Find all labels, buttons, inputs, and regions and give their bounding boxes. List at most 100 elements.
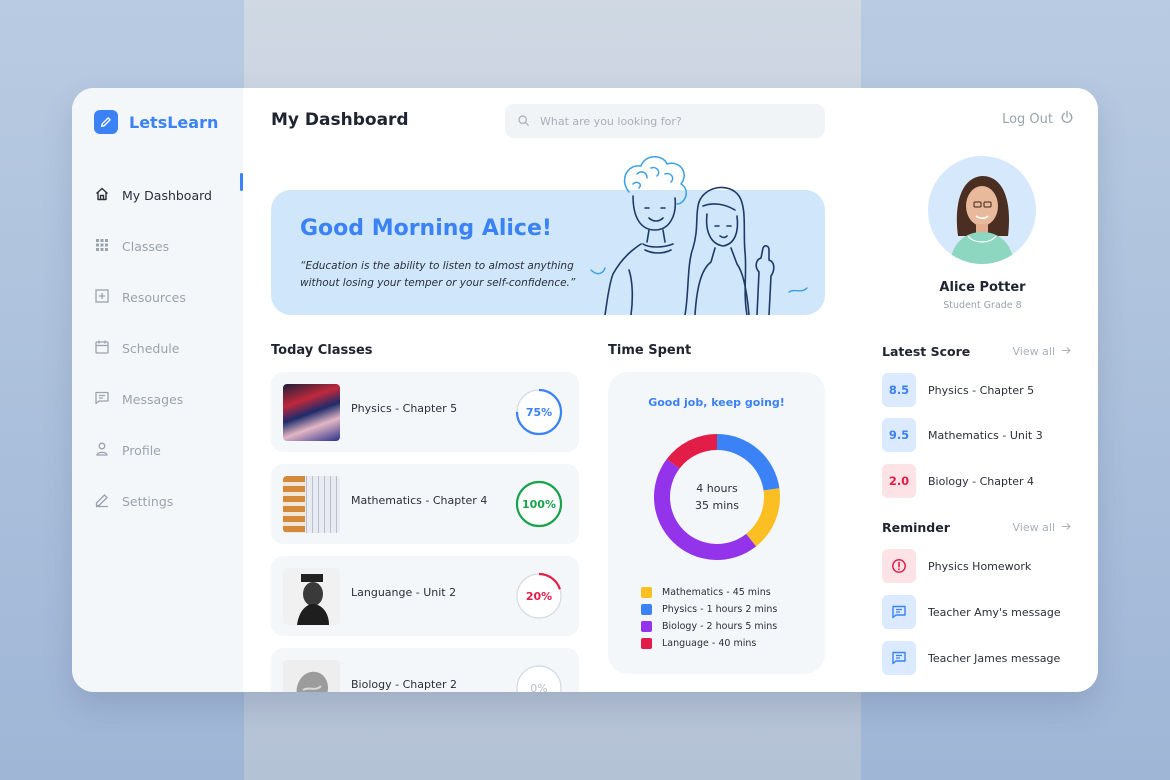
sidebar-item-label: My Dashboard bbox=[122, 188, 212, 203]
score-item[interactable]: 9.5 Mathematics - Unit 3 bbox=[882, 418, 1043, 452]
legend-swatch bbox=[641, 587, 652, 598]
main-content: My Dashboard Good Morning Alice! “Educat… bbox=[243, 88, 861, 692]
legend-item: Biology - 2 hours 5 mins bbox=[641, 618, 777, 635]
score-badge: 2.0 bbox=[882, 464, 916, 498]
class-card-mathematics[interactable]: Mathematics - Chapter 4 100% bbox=[271, 464, 579, 544]
class-name: Mathematics - Chapter 4 bbox=[351, 494, 488, 507]
portrait-decor bbox=[297, 574, 329, 625]
sidebar-item-dashboard[interactable]: My Dashboard bbox=[94, 170, 244, 221]
reminder-item[interactable]: Physics Homework bbox=[882, 549, 1031, 583]
class-card-biology[interactable]: Biology - Chapter 2 0% bbox=[271, 648, 579, 692]
score-badge: 9.5 bbox=[882, 418, 916, 452]
class-name: Biology - Chapter 2 bbox=[351, 678, 458, 691]
home-icon bbox=[94, 186, 110, 205]
search-icon bbox=[517, 112, 530, 131]
quote-line: “Education is the ability to listen to a… bbox=[300, 260, 574, 272]
quote-text: “Education is the ability to listen to a… bbox=[300, 258, 590, 292]
legend-swatch bbox=[641, 621, 652, 632]
sidebar-item-resources[interactable]: Resources bbox=[94, 272, 244, 323]
chart-legend: Mathematics - 45 mins Physics - 1 hours … bbox=[641, 584, 777, 652]
pencil-logo-icon bbox=[94, 110, 118, 134]
sidebar-item-classes[interactable]: Classes bbox=[94, 221, 244, 272]
encouragement-text: Good job, keep going! bbox=[648, 396, 785, 409]
calendar-icon bbox=[94, 339, 110, 358]
score-item[interactable]: 2.0 Biology - Chapter 4 bbox=[882, 464, 1034, 498]
logout-label: Log Out bbox=[1002, 111, 1053, 127]
reminder-label: Teacher James message bbox=[928, 651, 1061, 665]
page-title: My Dashboard bbox=[271, 110, 409, 130]
progress-label: 20% bbox=[525, 589, 553, 603]
power-icon bbox=[1060, 110, 1074, 128]
latest-score-view-all[interactable]: View all bbox=[1013, 345, 1072, 359]
quote-line: without losing your temper or your self-… bbox=[300, 277, 576, 289]
building-decor bbox=[283, 476, 305, 533]
legend-label: Mathematics - 45 mins bbox=[662, 587, 771, 598]
sidebar-item-label: Settings bbox=[122, 494, 174, 509]
user-grade: Student Grade 8 bbox=[943, 300, 1022, 311]
legend-swatch bbox=[641, 638, 652, 649]
app-name: LetsLearn bbox=[129, 112, 219, 132]
logo[interactable]: LetsLearn bbox=[94, 110, 218, 134]
sidebar-item-messages[interactable]: Messages bbox=[94, 374, 244, 425]
arrow-right-icon bbox=[1061, 521, 1072, 535]
reminder-title: Reminder bbox=[882, 520, 950, 535]
class-card-language[interactable]: Languange - Unit 2 20% bbox=[271, 556, 579, 636]
search-input[interactable] bbox=[540, 114, 800, 128]
class-thumbnail bbox=[283, 476, 340, 533]
avatar[interactable] bbox=[928, 156, 1036, 264]
sidebar-item-label: Resources bbox=[122, 290, 186, 305]
reminder-label: Physics Homework bbox=[928, 559, 1032, 573]
sidebar-nav: My Dashboard Classes Resources Schedule … bbox=[94, 170, 244, 527]
search-bar[interactable] bbox=[505, 104, 825, 138]
legend-label: Language - 40 mins bbox=[662, 638, 757, 649]
legend-label: Physics - 1 hours 2 mins bbox=[662, 604, 778, 615]
students-illustration bbox=[590, 156, 808, 315]
greeting-banner: Good Morning Alice! “Education is the ab… bbox=[271, 156, 825, 315]
score-subject: Biology - Chapter 4 bbox=[928, 474, 1035, 488]
score-item[interactable]: 8.5 Physics - Chapter 5 bbox=[882, 373, 1034, 407]
score-subject: Physics - Chapter 5 bbox=[928, 383, 1035, 397]
sidebar-item-schedule[interactable]: Schedule bbox=[94, 323, 244, 374]
progress-label: 0% bbox=[530, 681, 548, 693]
legend-item: Physics - 1 hours 2 mins bbox=[641, 601, 777, 618]
total-hours: 4 hours bbox=[696, 482, 738, 495]
sidebar: LetsLearn My Dashboard Classes Resources… bbox=[72, 88, 243, 692]
user-icon bbox=[94, 441, 110, 460]
latest-score-title: Latest Score bbox=[882, 344, 971, 359]
pencil-icon bbox=[94, 492, 110, 511]
total-time: 4 hours 35 mins bbox=[653, 480, 781, 514]
logout-button[interactable]: Log Out bbox=[1002, 110, 1074, 128]
class-name: Physics - Chapter 5 bbox=[351, 402, 458, 415]
total-mins: 35 mins bbox=[695, 499, 739, 512]
view-all-label: View all bbox=[1012, 521, 1055, 534]
legend-item: Language - 40 mins bbox=[641, 635, 777, 652]
user-name: Alice Potter bbox=[939, 280, 1026, 295]
arrow-right-icon bbox=[1061, 345, 1072, 359]
sidebar-item-profile[interactable]: Profile bbox=[94, 425, 244, 476]
latest-score-header: Latest Score View all bbox=[882, 344, 1072, 359]
score-badge: 8.5 bbox=[882, 373, 916, 407]
class-thumbnail bbox=[283, 568, 340, 625]
reminder-header: Reminder View all bbox=[882, 520, 1072, 535]
progress-label: 75% bbox=[525, 405, 553, 419]
class-list: Physics - Chapter 5 75% Mathematics - Ch… bbox=[271, 372, 579, 692]
chat-icon bbox=[882, 641, 916, 675]
score-subject: Mathematics - Unit 3 bbox=[928, 428, 1043, 442]
alert-icon bbox=[882, 549, 916, 583]
sidebar-item-label: Schedule bbox=[122, 341, 180, 356]
time-spent-title: Time Spent bbox=[608, 343, 692, 358]
class-name: Languange - Unit 2 bbox=[351, 586, 457, 599]
reminder-item[interactable]: Teacher Amy's message bbox=[882, 595, 1061, 629]
message-icon bbox=[94, 390, 110, 409]
plus-square-icon bbox=[94, 288, 110, 307]
profile-panel: Log Out Alice Potter Student Grade 8 Lat… bbox=[861, 88, 1098, 692]
today-classes-title: Today Classes bbox=[271, 343, 373, 358]
sidebar-item-label: Profile bbox=[122, 443, 161, 458]
chat-icon bbox=[882, 595, 916, 629]
reminder-view-all[interactable]: View all bbox=[1013, 521, 1072, 535]
legend-label: Biology - 2 hours 5 mins bbox=[662, 621, 778, 632]
class-card-physics[interactable]: Physics - Chapter 5 75% bbox=[271, 372, 579, 452]
reminder-item[interactable]: Teacher James message bbox=[882, 641, 1060, 675]
sidebar-item-settings[interactable]: Settings bbox=[94, 476, 244, 527]
legend-item: Mathematics - 45 mins bbox=[641, 584, 777, 601]
